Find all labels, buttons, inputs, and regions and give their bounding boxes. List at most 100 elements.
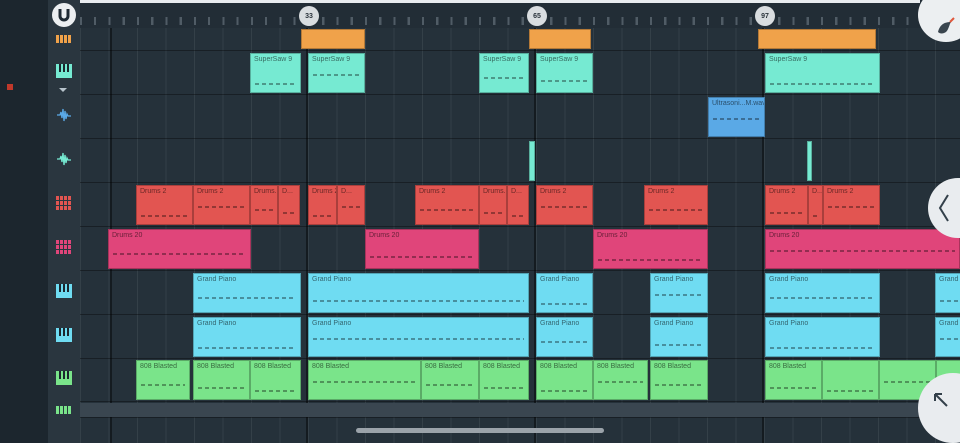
pattern-clip[interactable]: SuperSaw 9 [250,53,301,93]
pattern-clip[interactable]: Drums 2 [193,185,250,225]
pattern-clip[interactable]: 808 Blasted [536,360,593,400]
pattern-clip[interactable]: Drums... [250,185,278,225]
clip-label: Drums 2 [769,188,796,195]
clip-label: Drums 2 [827,188,854,195]
pattern-clip[interactable]: 808 Blasted [650,360,708,400]
clip-note-preview [313,375,416,395]
clip-note-preview [541,68,588,88]
clip-note-preview [940,332,960,352]
home-indicator[interactable] [356,428,604,433]
pattern-clip[interactable]: Drums 2 [823,185,880,225]
pattern-clip[interactable]: Ultrasoni...M.wav [708,97,765,137]
track-header-9[interactable] [48,359,80,401]
pattern-clip[interactable]: 808 Blasted [765,360,822,400]
pattern-clip[interactable]: 808 Blasted [421,360,479,400]
pattern-clip[interactable]: Drums 2 [136,185,193,225]
pattern-clip[interactable]: SuperSaw 9 [765,53,880,93]
pattern-clip[interactable]: SuperSaw 9 [308,53,365,93]
row-divider [80,94,960,95]
pattern-clip[interactable]: Drums 20 [765,229,960,269]
clip-label: Drums 2 [197,188,224,195]
snap-magnet-button[interactable] [52,3,76,27]
pattern-clip[interactable]: Grand Piano [308,317,529,357]
piano-keys-icon [56,63,72,83]
pattern-clip[interactable]: Grand Piano [650,317,708,357]
pattern-clip[interactable] [807,141,812,181]
track-header-8[interactable] [48,316,80,358]
clip-note-preview [770,288,875,308]
pattern-clip[interactable]: D... [337,185,365,225]
pattern-clip[interactable] [301,29,365,49]
clip-label: Grand Piano [769,276,809,283]
pattern-clip[interactable]: Drums... [479,185,507,225]
clip-note-preview [655,332,703,352]
pattern-clip[interactable]: Grand Piano [193,273,301,313]
piano-keys-icon [56,370,72,390]
clip-label: Drums 2 [648,188,675,195]
pattern-clip[interactable]: Drums 20 [365,229,479,269]
playlist-grid[interactable]: SuperSaw 9 SuperSaw 9 SuperSaw 9 SuperSaw 9… [80,28,960,443]
clip-note-preview [813,200,818,220]
pattern-clip[interactable]: Grand Piano [193,317,301,357]
pattern-clip[interactable]: 808 Blasted [250,360,301,400]
pattern-clip[interactable]: SuperSaw 9 [536,53,593,93]
pattern-clip[interactable]: 808 Blasted [136,360,190,400]
pattern-clip[interactable]: Grand Piano [765,273,880,313]
clip-note-preview [484,375,524,395]
track-header-5[interactable] [48,184,80,226]
pattern-clip[interactable]: Drums 20 [593,229,708,269]
clip-note-preview [313,200,332,220]
pattern-clip[interactable] [529,141,535,181]
track-header-3[interactable] [48,96,80,138]
pattern-clip[interactable]: 808 Blasted [593,360,648,400]
clip-label: 808 Blasted [654,363,691,370]
pattern-clip[interactable]: Drums 2 [415,185,479,225]
timeline-ruler[interactable]: 33 65 97 [80,0,960,28]
bar-marker-65[interactable]: 65 [527,6,547,26]
pattern-clip[interactable]: Drums 2 [308,185,337,225]
track-header-6[interactable] [48,228,80,270]
clip-note-preview [828,200,875,220]
pattern-clip[interactable]: SuperSaw 9 [479,53,529,93]
bar-marker-97[interactable]: 97 [755,6,775,26]
track-header-10[interactable] [48,403,80,417]
clip-label: Grand Piano [312,276,352,283]
clip-label: Grand Piano [540,320,580,327]
pattern-clip[interactable]: Grand Piano [536,273,593,313]
clip-label: Grand Piano [197,320,237,327]
pattern-clip[interactable]: 808 Blasted [193,360,250,400]
pattern-clip[interactable] [822,360,879,400]
clip-label: Drums 20 [369,232,400,239]
pattern-clip[interactable]: Drums 2 [765,185,808,225]
pattern-clip[interactable]: D... [808,185,823,225]
pattern-clip[interactable] [758,29,876,49]
row-divider [80,417,960,418]
track-header-1[interactable] [48,28,80,50]
pattern-clip[interactable]: Grand Piano [650,273,708,313]
track-header-7[interactable] [48,272,80,314]
clip-label: 808 Blasted [254,363,291,370]
pattern-clip[interactable]: Grand Piano [935,273,960,313]
pattern-clip[interactable]: 808 Blasted [479,360,529,400]
bar-marker-33[interactable]: 33 [299,6,319,26]
pattern-clip[interactable]: Grand Piano [536,317,593,357]
pattern-clip[interactable] [529,29,591,49]
pattern-clip[interactable]: D... [507,185,529,225]
piano-keys-icon [56,327,72,347]
pattern-clip[interactable]: Grand Piano [308,273,529,313]
pattern-clip[interactable]: D... [278,185,300,225]
pattern-clip[interactable]: Grand Piano [935,317,960,357]
pattern-clip[interactable]: Drums 2 [536,185,593,225]
clip-label: Drums 2 [312,188,337,195]
clip-label: SuperSaw 9 [254,56,293,63]
pattern-clip[interactable]: Grand Piano [765,317,880,357]
pattern-clip[interactable]: Drums 20 [108,229,251,269]
clip-label: 808 Blasted [197,363,234,370]
clip-note-preview [598,375,643,395]
pattern-clip[interactable]: 808 Blasted [308,360,421,400]
track-expand-icon[interactable] [59,88,67,92]
pattern-clip[interactable]: Drums 2 [644,185,708,225]
track-header-4[interactable] [48,140,80,182]
clip-label: Drums 2 [540,188,567,195]
clip-label: Grand Piano [312,320,352,327]
